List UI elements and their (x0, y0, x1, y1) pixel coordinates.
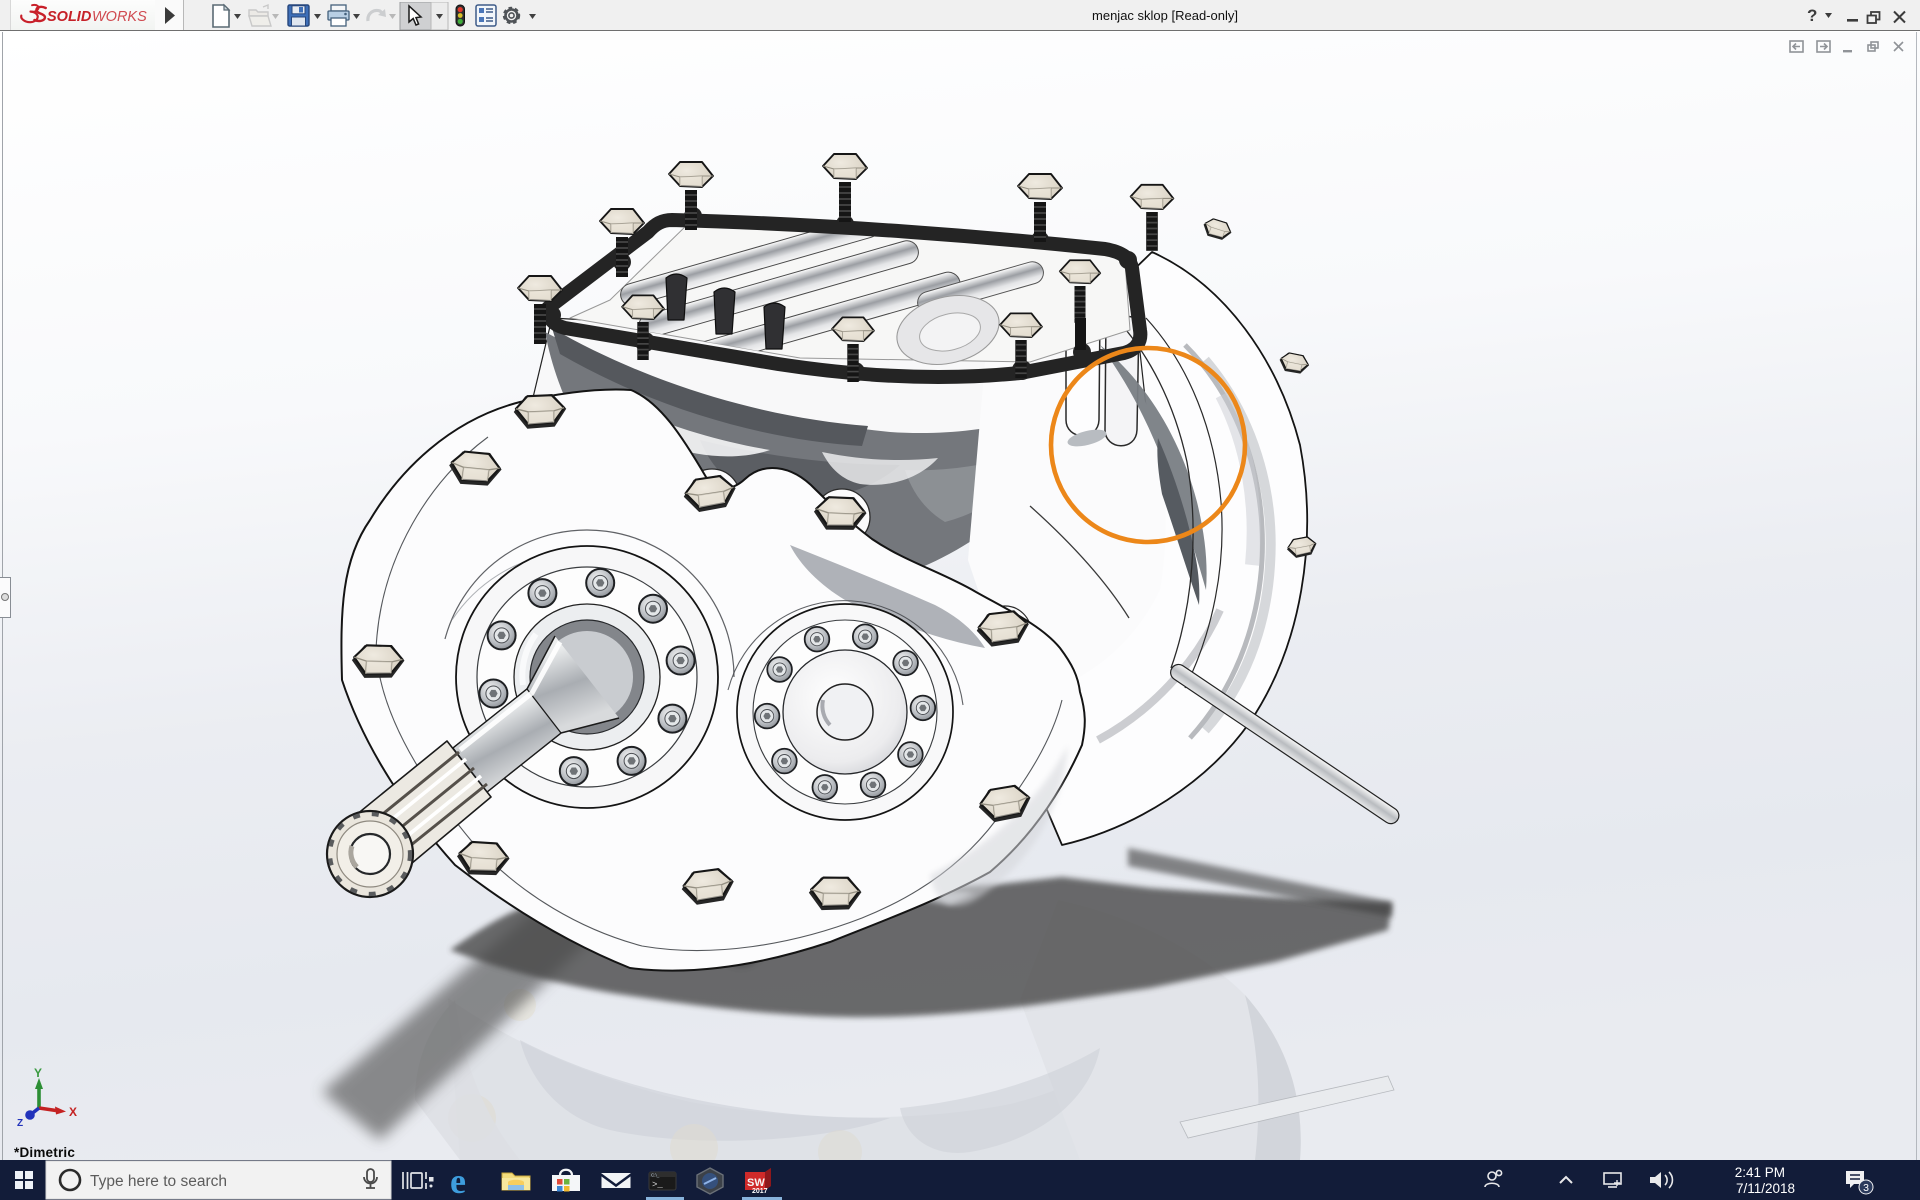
svg-text:C:\_: C:\_ (651, 1173, 660, 1178)
svg-text:Y: Y (34, 1066, 42, 1080)
svg-text:WORKS: WORKS (92, 9, 147, 25)
svg-text:2017: 2017 (752, 1188, 768, 1195)
svg-text:?: ? (1807, 6, 1817, 25)
svg-text:X: X (69, 1105, 77, 1119)
svg-text:>_: >_ (652, 1180, 663, 1190)
svg-text:Z: Z (17, 1118, 23, 1129)
svg-text:2:41 PM: 2:41 PM (1735, 1165, 1785, 1180)
svg-text:SOLID: SOLID (47, 9, 92, 25)
svg-text:Type here to search: Type here to search (90, 1173, 227, 1190)
svg-text:e: e (450, 1161, 466, 1200)
svg-text:3: 3 (1863, 1182, 1869, 1194)
svg-text:7/11/2018: 7/11/2018 (1736, 1181, 1795, 1196)
